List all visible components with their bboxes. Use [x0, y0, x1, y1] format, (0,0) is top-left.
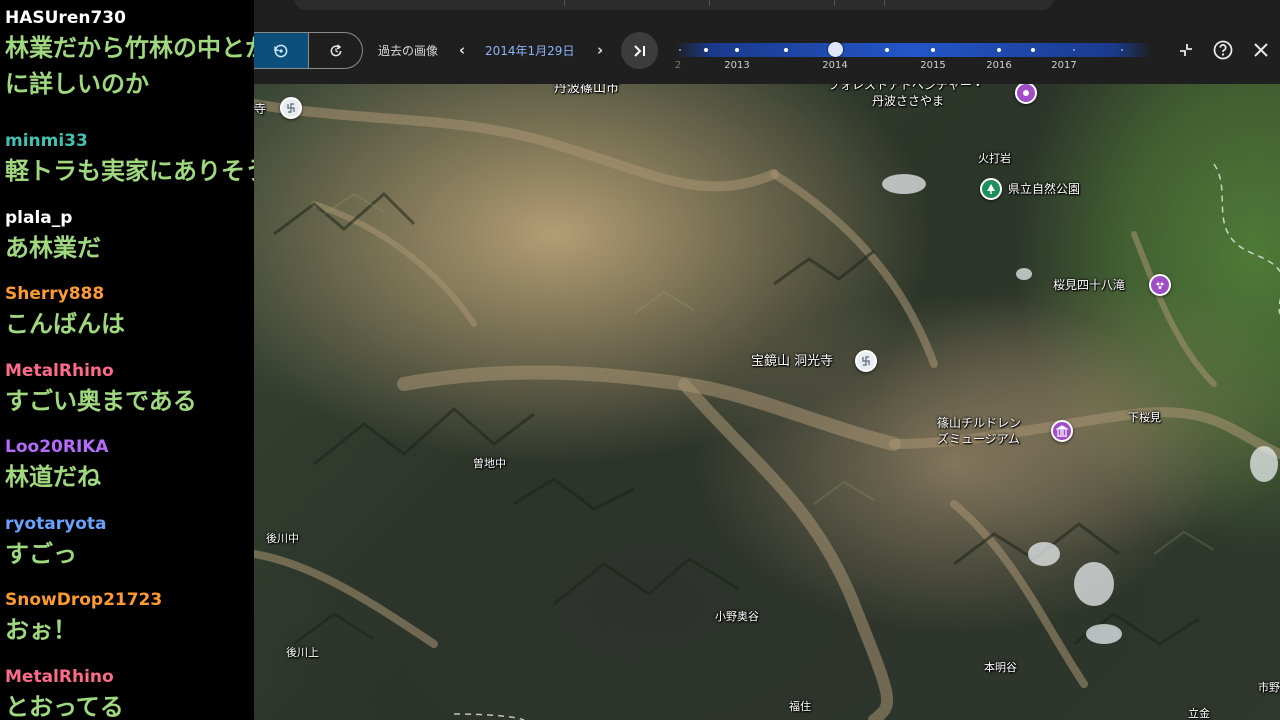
- museum-pin[interactable]: [1051, 420, 1073, 442]
- park-pin[interactable]: [980, 178, 1002, 200]
- map-label[interactable]: 曽地中: [473, 456, 506, 471]
- imagery-date: 2014年1月29日: [485, 44, 575, 58]
- historical-imagery-toolbar: 過去の画像 ‹ 2014年1月29日 › 2 2013 2014 2015 20…: [254, 0, 1280, 84]
- chat-text: 林業だから竹林の中とかに詳しいのか: [5, 34, 254, 98]
- history-icon: [274, 44, 288, 57]
- map-label[interactable]: フォレストアドベンチャー・: [828, 84, 984, 93]
- map-label[interactable]: 桜見四十八滝: [1053, 278, 1125, 293]
- chat-text: おぉ！: [5, 616, 77, 644]
- attraction-pin[interactable]: [1149, 274, 1171, 296]
- chat-username: Sherry888: [5, 284, 105, 304]
- help-icon: [1213, 40, 1233, 60]
- timeline-year-partial: 2: [674, 60, 682, 71]
- temple-pin[interactable]: [280, 97, 302, 119]
- chat-text: 林道だね: [5, 463, 101, 491]
- help-button[interactable]: [1211, 38, 1235, 62]
- imagery-timeline-slider[interactable]: 2 2013 2014 2015 2016 2017: [674, 40, 1154, 76]
- refresh-mode-button[interactable]: [308, 33, 362, 68]
- imagery-mode-toggle[interactable]: [254, 32, 363, 69]
- temple-pin[interactable]: [855, 350, 877, 372]
- map-label[interactable]: 小野奥谷: [715, 609, 759, 624]
- timeline-year[interactable]: 2014: [822, 60, 847, 72]
- map-label[interactable]: 下桜見: [1128, 410, 1161, 425]
- park-icon: [987, 184, 995, 194]
- chat-text: 軽トラも実家にありそう: [5, 157, 254, 185]
- map-label[interactable]: 福住: [789, 699, 811, 714]
- satellite-map[interactable]: 寺 丹波篠山市 フォレストアドベンチャー・ 丹波ささやま 火打岩 県立自然公園 …: [254, 84, 1280, 720]
- skip-to-latest-button[interactable]: [621, 32, 658, 69]
- map-label[interactable]: 本明谷: [984, 660, 1017, 675]
- map-label[interactable]: 宝鏡山 洞光寺: [751, 354, 833, 369]
- chat-message: Loo20RIKA 林道だね: [0, 435, 254, 512]
- timeline-year[interactable]: 2017: [1051, 60, 1076, 72]
- skip-to-latest-icon: [633, 44, 645, 57]
- museum-icon: [1056, 425, 1068, 437]
- history-label: 過去の画像: [378, 44, 439, 58]
- chat-username: MetalRhino: [5, 666, 114, 687]
- chat-text: とおってる: [5, 692, 124, 720]
- chat-message: plala_p あ林業だ: [0, 206, 254, 283]
- close-button[interactable]: [1249, 38, 1273, 62]
- chat-username: MetalRhino: [5, 360, 114, 381]
- chat-text: すごい奥まである: [5, 386, 197, 415]
- chat-message: HASUren730 林業だから竹林の中とかに詳しいのか: [0, 6, 254, 129]
- chevron-left-icon[interactable]: ‹: [459, 42, 465, 58]
- timeline-handle[interactable]: [827, 42, 843, 57]
- map-label[interactable]: 寺: [254, 102, 266, 117]
- chat-message: Sherry888 こんばんは: [0, 282, 254, 359]
- chat-message: MetalRhino すごい奥まである: [0, 359, 254, 436]
- map-label[interactable]: 篠山チルドレン: [937, 416, 1021, 431]
- timeline-year[interactable]: 2016: [986, 60, 1011, 72]
- chat-username: Loo20RIKA: [5, 437, 109, 457]
- map-label[interactable]: ズミュージアム: [937, 432, 1020, 447]
- chat-panel: HASUren730 林業だから竹林の中とかに詳しいのか minmi33 軽トラ…: [0, 0, 254, 720]
- map-label[interactable]: 後川上: [286, 645, 319, 660]
- chat-text: こんばんは: [5, 310, 125, 338]
- chat-username: HASUren730: [5, 8, 126, 28]
- history-mode-button[interactable]: [254, 33, 308, 68]
- terrain-texture: [254, 99, 1280, 720]
- chat-username: plala_p: [5, 207, 73, 228]
- temple-icon: [862, 356, 870, 366]
- timeline-year[interactable]: 2013: [724, 60, 749, 72]
- map-label[interactable]: 丹波篠山市: [554, 84, 619, 96]
- chat-text: あ林業だ: [5, 233, 101, 262]
- map-label[interactable]: 県立自然公園: [1008, 182, 1080, 197]
- close-icon: [1254, 43, 1268, 57]
- chat-message: minmi33 軽トラも実家にありそう: [0, 129, 254, 206]
- chevron-right-icon[interactable]: ›: [597, 42, 603, 58]
- map-label[interactable]: 火打岩: [978, 151, 1011, 166]
- chat-text: すごっ: [5, 539, 77, 568]
- timeline-year[interactable]: 2015: [920, 60, 945, 72]
- refresh-icon: [330, 43, 341, 56]
- timeline-track[interactable]: [674, 43, 1152, 57]
- chat-username: SnowDrop21723: [5, 590, 163, 610]
- chat-message: MetalRhino とおってる: [0, 665, 254, 720]
- map-label[interactable]: 市野: [1258, 680, 1280, 695]
- map-label[interactable]: 後川中: [266, 531, 299, 546]
- chat-username: ryotaryota: [5, 513, 107, 534]
- chat-message: ryotaryota すごっ: [0, 512, 254, 589]
- temple-icon: [287, 103, 295, 113]
- collapse-icon: [1180, 44, 1192, 56]
- attraction-icon: [1156, 282, 1164, 289]
- chat-username: minmi33: [5, 131, 88, 151]
- chat-message: SnowDrop21723 おぉ！: [0, 588, 254, 665]
- search-bar-edge[interactable]: [294, 0, 1054, 10]
- map-label[interactable]: 丹波ささやま: [872, 94, 944, 109]
- collapse-button[interactable]: [1174, 38, 1198, 62]
- map-label[interactable]: 立金: [1188, 706, 1210, 720]
- attraction-icon: [1023, 90, 1029, 96]
